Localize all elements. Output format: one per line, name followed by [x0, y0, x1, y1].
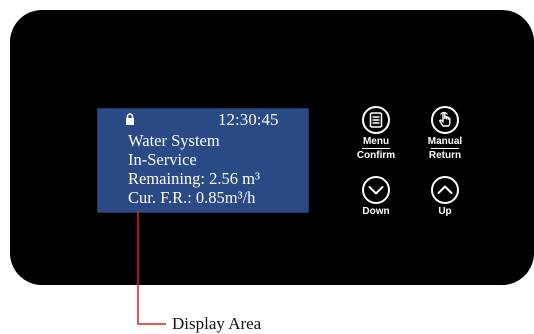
display-callout-line: [137, 211, 166, 325]
control-panel-figure: 12:30:45 Water System In-Service Remaini…: [0, 0, 534, 334]
display-area-callout: Display Area: [172, 314, 262, 333]
